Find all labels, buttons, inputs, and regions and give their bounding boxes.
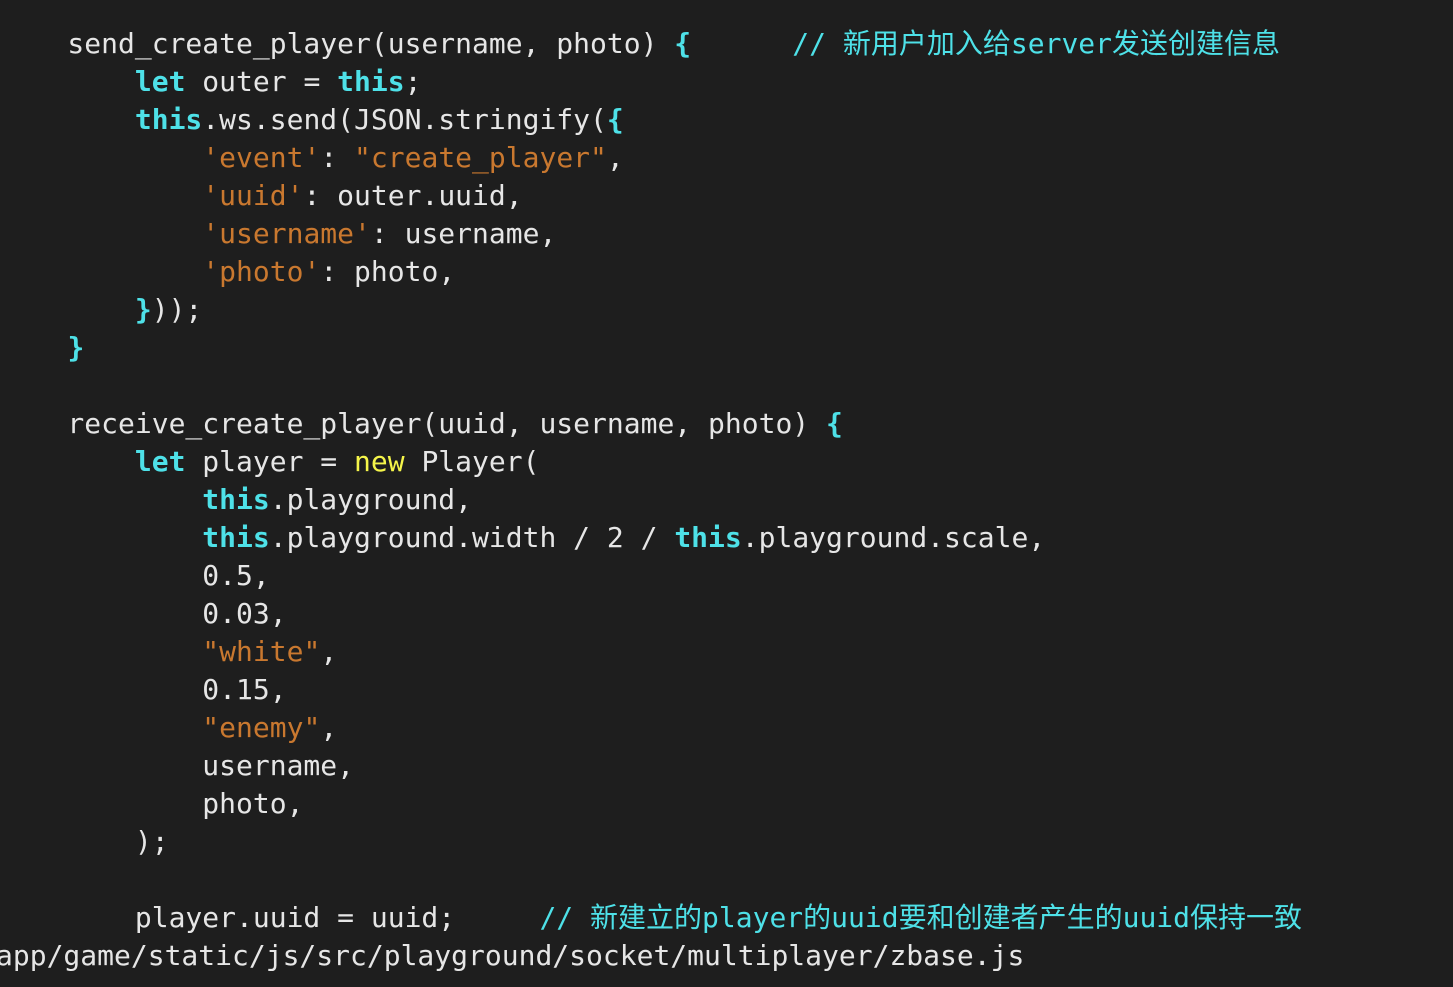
code-text: 0.03, bbox=[0, 597, 287, 630]
code-text: receive_create_player(uuid, username, ph… bbox=[0, 407, 827, 440]
code-keyword: } bbox=[134, 293, 152, 326]
code-text: Player( bbox=[404, 445, 540, 478]
code-text: : outer.uuid, bbox=[303, 179, 523, 212]
code-string: 'photo' bbox=[202, 255, 321, 288]
code-line: "enemy", bbox=[0, 709, 337, 747]
code-text: 0.5, bbox=[0, 559, 270, 592]
code-line: let player = new Player( bbox=[0, 443, 540, 481]
code-line: send_create_player(username, photo) { //… bbox=[0, 25, 1280, 63]
code-string: "enemy" bbox=[202, 711, 321, 744]
code-text: photo, bbox=[0, 787, 304, 820]
code-text: ; bbox=[404, 65, 422, 98]
code-text: .playground.scale, bbox=[741, 521, 1046, 554]
file-path-label: app/game/static/js/src/playground/socket… bbox=[0, 939, 1025, 972]
code-text: : bbox=[320, 141, 355, 174]
code-text: .ws.send(JSON.stringify( bbox=[202, 103, 607, 136]
code-keyword: this bbox=[202, 483, 270, 516]
code-text: : username, bbox=[370, 217, 557, 250]
code-line: this.playground, bbox=[0, 481, 472, 519]
code-text: outer = bbox=[185, 65, 338, 98]
code-text: , bbox=[320, 711, 338, 744]
code-line: 0.5, bbox=[0, 557, 270, 595]
code-keyword: this bbox=[202, 521, 270, 554]
code-keyword: this bbox=[134, 103, 203, 136]
code-line: receive_create_player(uuid, username, ph… bbox=[0, 405, 843, 443]
code-line: "white", bbox=[0, 633, 337, 671]
code-line: username, bbox=[0, 747, 354, 785]
code-text: send_create_player(username, photo) bbox=[0, 27, 675, 60]
code-text: player.uuid = uuid; bbox=[0, 901, 540, 934]
code-comment: // 新建立的player的uuid要和创建者产生的uuid保持一致 bbox=[539, 901, 1303, 934]
code-string: 'username' bbox=[202, 217, 371, 250]
code-text: username, bbox=[0, 749, 355, 782]
code-text: player = bbox=[185, 445, 355, 478]
code-text: , bbox=[606, 141, 624, 174]
code-text: )); bbox=[151, 293, 203, 326]
code-string: "white" bbox=[202, 635, 321, 668]
code-keyword: this bbox=[337, 65, 405, 98]
code-line: } bbox=[0, 329, 84, 367]
code-keyword: { bbox=[674, 27, 692, 60]
code-line: 0.15, bbox=[0, 671, 287, 709]
code-keyword: new bbox=[354, 445, 405, 478]
code-line: this.ws.send(JSON.stringify({ bbox=[0, 101, 624, 139]
code-line: ); bbox=[0, 823, 169, 861]
code-text: : photo, bbox=[320, 255, 456, 288]
code-keyword: { bbox=[826, 407, 843, 440]
code-line: 0.03, bbox=[0, 595, 287, 633]
code-keyword: } bbox=[67, 331, 85, 364]
code-keyword: { bbox=[606, 103, 624, 136]
code-text: .playground.width / 2 / bbox=[269, 521, 675, 554]
code-line: 'photo': photo, bbox=[0, 253, 455, 291]
code-text: ); bbox=[0, 825, 169, 858]
code-line: 'uuid': outer.uuid, bbox=[0, 177, 523, 215]
code-keyword: let bbox=[134, 445, 186, 478]
code-comment: // 新用户加入给server发送创建信息 bbox=[691, 27, 1281, 60]
code-line: 'event': "create_player", bbox=[0, 139, 624, 177]
code-line: player.uuid = uuid; // 新建立的player的uuid要和… bbox=[0, 899, 1302, 937]
code-line: let outer = this; bbox=[0, 63, 422, 101]
code-string: 'uuid' bbox=[202, 179, 304, 212]
code-text: .playground, bbox=[269, 483, 473, 516]
code-line: })); bbox=[0, 291, 202, 329]
code-text: , bbox=[320, 635, 338, 668]
code-string: "create_player" bbox=[354, 141, 607, 174]
code-editor[interactable]: send_create_player(username, photo) { //… bbox=[0, 0, 1453, 987]
code-line: this.playground.width / 2 / this.playgro… bbox=[0, 519, 1045, 557]
code-line: photo, bbox=[0, 785, 303, 823]
code-text: 0.15, bbox=[0, 673, 287, 706]
code-keyword: let bbox=[134, 65, 186, 98]
code-keyword: this bbox=[674, 521, 742, 554]
code-line: 'username': username, bbox=[0, 215, 556, 253]
code-string: 'event' bbox=[202, 141, 321, 174]
